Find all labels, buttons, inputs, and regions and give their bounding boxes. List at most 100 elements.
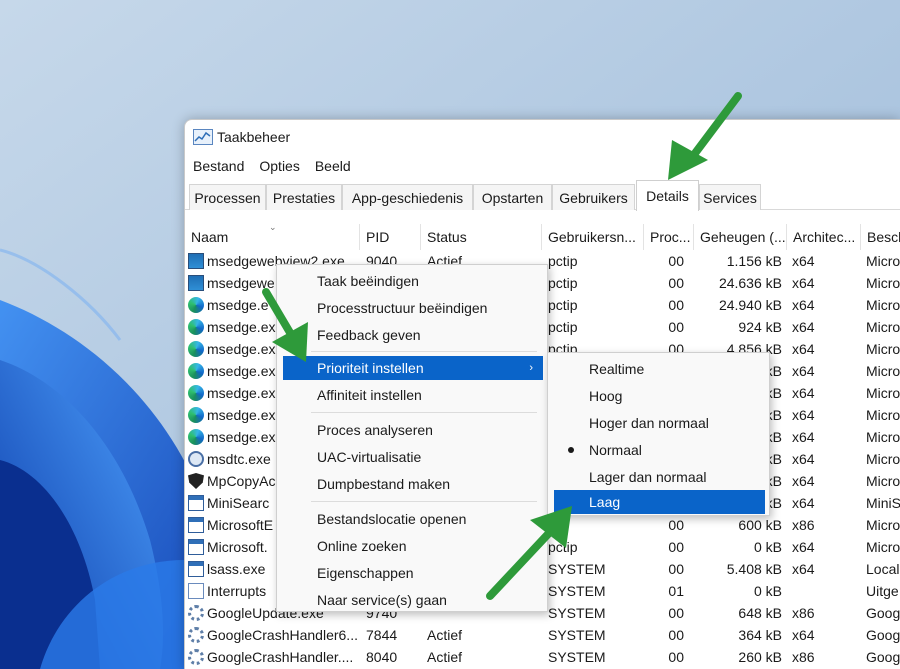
menu-label: Online zoeken (317, 538, 407, 554)
col-naam[interactable]: Naam (185, 224, 360, 250)
cell-name: GoogleCrashHandler.... (188, 646, 360, 668)
tab-gebruikers[interactable]: Gebruikers (552, 184, 635, 210)
menu-label: Taak beëindigen (317, 273, 419, 289)
col-geheugen[interactable]: Geheugen (... (694, 224, 787, 250)
col-gebruikersnaam[interactable]: Gebruikersn... (542, 224, 644, 250)
menu-separator (311, 351, 537, 352)
cell-pid: 8040 (366, 649, 398, 665)
menu-uac-virtualisatie[interactable]: UAC-virtualisatie (283, 445, 543, 469)
priority-hoger-dan-normaal[interactable]: Hoger dan normaal (554, 411, 765, 435)
menu-bar: Bestand Opties Beeld (185, 154, 900, 178)
cell-user: SYSTEM (548, 561, 606, 577)
window-icon (188, 517, 204, 533)
cell-mem: 924 kB (738, 319, 782, 335)
menu-separator (311, 501, 537, 502)
menu-label: Processtructuur beëindigen (317, 300, 488, 316)
menu-bestand[interactable]: Bestand (193, 158, 244, 174)
cell-arch: x64 (792, 363, 815, 379)
menu-label: Normaal (589, 442, 642, 458)
tab-processen[interactable]: Processen (189, 184, 266, 210)
column-header-row: ⌄ Naam PID Status Gebruikersn... Proc...… (185, 222, 900, 250)
menu-affiniteit-instellen[interactable]: Affiniteit instellen (283, 383, 543, 407)
process-name: lsass.exe (207, 561, 266, 577)
process-name: MicrosoftE (207, 517, 274, 533)
table-row[interactable]: GoogleCrashHandler6... 7844 Actief SYSTEM 00… (185, 624, 900, 646)
edge-icon (188, 341, 204, 357)
cell-mem: 648 kB (738, 605, 782, 621)
menu-proces-analyseren[interactable]: Proces analyseren (283, 418, 543, 442)
menu-naar-services-gaan[interactable]: Naar service(s) gaan (283, 588, 543, 612)
menu-label: Prioriteit instellen (317, 360, 424, 376)
cell-user: pctip (548, 539, 578, 555)
priority-laag[interactable]: Laag (554, 490, 765, 514)
edge-icon (188, 407, 204, 423)
priority-hoog[interactable]: Hoog (554, 384, 765, 408)
edge-icon (188, 297, 204, 313)
cell-mem: 24.940 kB (718, 297, 782, 313)
menu-label: Dumpbestand maken (317, 476, 451, 492)
tab-services[interactable]: Services (699, 184, 761, 210)
process-name: GoogleCrashHandler6... (207, 627, 358, 643)
cell-user: SYSTEM (548, 605, 606, 621)
window-title: Taakbeheer (217, 129, 291, 145)
window-icon (188, 539, 204, 555)
cell-arch: x86 (792, 517, 815, 533)
window-icon (188, 495, 204, 511)
col-status[interactable]: Status (421, 224, 542, 250)
menu-dumpbestand-maken[interactable]: Dumpbestand maken (283, 472, 543, 496)
cell-desc: Micro (866, 275, 900, 291)
menu-beeld[interactable]: Beeld (315, 158, 351, 174)
col-processor[interactable]: Proc... (644, 224, 694, 250)
priority-realtime[interactable]: Realtime (554, 357, 765, 381)
col-pid[interactable]: PID (360, 224, 421, 250)
col-architectuur[interactable]: Architec... (787, 224, 861, 250)
title-bar: Taakbeheer (185, 120, 900, 154)
tab-app-geschiedenis[interactable]: App-geschiedenis (342, 184, 473, 210)
menu-label: Proces analyseren (317, 422, 433, 438)
menu-label: Hoog (589, 388, 623, 404)
process-name: msedge.ex (207, 429, 276, 445)
gear-icon (188, 627, 204, 643)
priority-lager-dan-normaal[interactable]: Lager dan normaal (554, 465, 765, 489)
menu-opties[interactable]: Opties (259, 158, 299, 174)
tab-details[interactable]: Details (636, 180, 699, 211)
cell-cpu: 00 (668, 649, 684, 665)
cell-cpu: 00 (668, 517, 684, 533)
cell-desc: Micro (866, 473, 900, 489)
menu-taak-beeindigen[interactable]: Taak beëindigen (283, 269, 543, 293)
edge-icon (188, 429, 204, 445)
menu-eigenschappen[interactable]: Eigenschappen (283, 561, 543, 585)
priority-normaal[interactable]: Normaal (554, 438, 765, 462)
window-icon (188, 561, 204, 577)
cell-arch: x64 (792, 539, 815, 555)
cell-cpu: 00 (668, 605, 684, 621)
cell-arch: x64 (792, 319, 815, 335)
process-name: msedge.ex (207, 341, 276, 357)
edge-icon (188, 319, 204, 335)
edge-icon (188, 363, 204, 379)
chevron-right-icon: › (529, 362, 533, 374)
tab-prestaties[interactable]: Prestaties (266, 184, 342, 210)
menu-processtructuur-beeindigen[interactable]: Processtructuur beëindigen (283, 296, 543, 320)
col-beschrijving[interactable]: Besch (861, 224, 900, 250)
menu-feedback-geven[interactable]: Feedback geven (283, 323, 543, 347)
cell-desc: Micro (866, 385, 900, 401)
process-name: MpCopyAc (207, 473, 276, 489)
tab-bar: Processen Prestaties App-geschiedenis Op… (185, 180, 900, 211)
cell-desc: Micro (866, 451, 900, 467)
menu-online-zoeken[interactable]: Online zoeken (283, 534, 543, 558)
cell-desc: Micro (866, 253, 900, 269)
cell-arch: x64 (792, 407, 815, 423)
cell-user: SYSTEM (548, 627, 606, 643)
cell-user: pctip (548, 319, 578, 335)
menu-prioriteit-instellen[interactable]: Prioriteit instellen › (283, 356, 543, 380)
process-name: msdtc.exe (207, 451, 271, 467)
menu-bestandslocatie-openen[interactable]: Bestandslocatie openen (283, 507, 543, 531)
cell-mem: 1.156 kB (726, 253, 782, 269)
tab-opstarten[interactable]: Opstarten (473, 184, 552, 210)
table-row[interactable]: GoogleCrashHandler.... 8040 Actief SYSTEM 00… (185, 646, 900, 668)
menu-label: Realtime (589, 361, 645, 377)
process-name: Microsoft. (207, 539, 268, 555)
cell-mem: 24.636 kB (718, 275, 782, 291)
cell-pid: 7844 (366, 627, 398, 643)
